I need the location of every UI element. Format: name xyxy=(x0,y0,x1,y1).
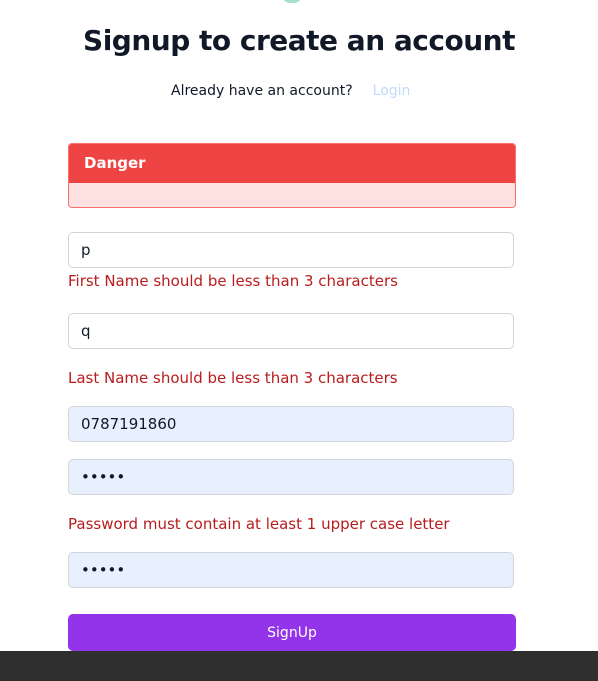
login-prompt: Already have an account? Login xyxy=(171,83,410,99)
phone-input[interactable] xyxy=(68,406,514,442)
have-account-text: Already have an account? xyxy=(171,83,353,99)
login-link[interactable]: Login xyxy=(373,83,411,99)
password-input[interactable] xyxy=(68,459,514,495)
password-error: Password must contain at least 1 upper c… xyxy=(68,515,450,533)
page-title: Signup to create an account xyxy=(83,24,515,57)
alert-title: Danger xyxy=(69,144,515,183)
signup-button[interactable]: SignUp xyxy=(68,614,516,651)
first-name-error: First Name should be less than 3 charact… xyxy=(68,272,398,290)
logo-icon xyxy=(282,0,302,3)
first-name-input[interactable] xyxy=(68,232,514,268)
bottom-bar xyxy=(0,651,598,681)
last-name-input[interactable] xyxy=(68,313,514,349)
danger-alert: Danger xyxy=(68,143,516,208)
confirm-password-input[interactable] xyxy=(68,552,514,588)
last-name-error: Last Name should be less than 3 characte… xyxy=(68,369,398,387)
